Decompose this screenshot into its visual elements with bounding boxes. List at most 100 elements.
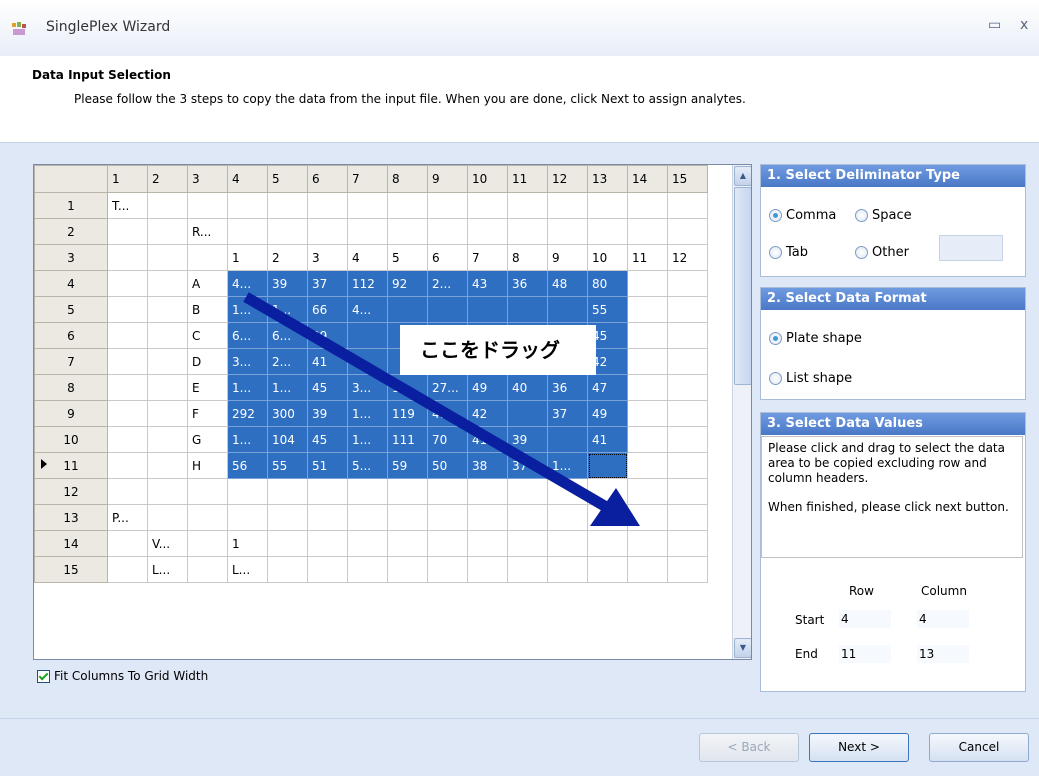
grid-cell[interactable] — [347, 556, 388, 583]
data-grid[interactable]: 1 2 3 4 5 6 7 8 9 10 11 12 13 14 15 1 T... 2 R... 3 1 2 3 4 5 6 7 8… — [33, 164, 752, 660]
grid-cell[interactable] — [147, 192, 188, 219]
grid-cell[interactable]: H — [187, 452, 228, 479]
grid-cell[interactable]: 1... — [227, 374, 268, 401]
table-row[interactable]: 4 A 4... 39 37 112 92 2... 43 36 48 80 — [34, 270, 708, 297]
grid-cell[interactable]: 2 — [267, 244, 308, 271]
grid-cell[interactable] — [507, 504, 548, 531]
grid-cell[interactable]: B — [187, 296, 228, 323]
grid-cell[interactable]: D — [187, 348, 228, 375]
grid-cell[interactable] — [427, 478, 468, 505]
back-button[interactable]: < Back — [699, 733, 799, 762]
table-row[interactable]: 7 D 3... 2... 41 5... 113 38 44 40 42 — [34, 348, 708, 375]
column-header-3[interactable]: 3 — [187, 165, 228, 193]
radio-selected-icon[interactable] — [769, 332, 782, 345]
grid-cell[interactable] — [507, 556, 548, 583]
grid-cell[interactable]: 27... — [427, 374, 468, 401]
grid-cell[interactable]: V... — [147, 530, 188, 557]
grid-corner[interactable] — [34, 165, 108, 193]
grid-cell[interactable] — [187, 478, 228, 505]
grid-cell[interactable] — [627, 556, 668, 583]
grid-cell[interactable] — [227, 192, 268, 219]
grid-cell[interactable]: 55 — [587, 296, 628, 323]
grid-cell[interactable] — [627, 400, 668, 427]
grid-cell[interactable] — [667, 478, 708, 505]
table-row[interactable]: 2 R... — [34, 218, 708, 245]
close-icon[interactable]: x — [1020, 17, 1028, 33]
grid-cell[interactable] — [147, 322, 188, 349]
grid-cell[interactable] — [667, 556, 708, 583]
radio-icon[interactable] — [855, 209, 868, 222]
table-row[interactable]: 10 G 1... 104 45 1... 111 70 41 39 41 — [34, 426, 708, 453]
grid-cell[interactable] — [587, 530, 628, 557]
grid-cell[interactable]: 4 — [347, 244, 388, 271]
grid-cell[interactable] — [627, 530, 668, 557]
grid-cell[interactable]: 3... — [227, 348, 268, 375]
grid-cell[interactable] — [347, 218, 388, 245]
grid-cell[interactable] — [267, 530, 308, 557]
grid-cell[interactable] — [347, 322, 388, 349]
grid-cell[interactable]: 37 — [507, 452, 548, 479]
grid-cell[interactable] — [347, 504, 388, 531]
column-header-7[interactable]: 7 — [347, 165, 388, 193]
grid-cell[interactable] — [307, 556, 348, 583]
grid-cell[interactable] — [267, 478, 308, 505]
grid-cell[interactable]: L... — [147, 556, 188, 583]
grid-cell[interactable] — [467, 478, 508, 505]
grid-cell[interactable] — [227, 218, 268, 245]
grid-cell[interactable] — [467, 296, 508, 323]
row-header-13[interactable]: 13 — [34, 504, 108, 531]
grid-cell[interactable]: 1... — [227, 426, 268, 453]
grid-cell[interactable] — [587, 192, 628, 219]
row-header-10[interactable]: 10 — [34, 426, 108, 453]
grid-cell[interactable]: 39 — [307, 322, 348, 349]
grid-cell[interactable] — [107, 218, 148, 245]
table-row[interactable]: 9 F 292 300 39 1... 119 41 42 37 49 — [34, 400, 708, 427]
column-header-15[interactable]: 15 — [667, 165, 708, 193]
grid-cell[interactable] — [467, 504, 508, 531]
grid-cell[interactable] — [387, 556, 428, 583]
grid-cell[interactable]: 37 — [547, 400, 588, 427]
grid-cell[interactable]: 80 — [587, 270, 628, 297]
grid-cell[interactable] — [627, 478, 668, 505]
grid-cell[interactable]: 40 — [547, 348, 588, 375]
grid-cell[interactable] — [187, 192, 228, 219]
grid-cell[interactable]: 5... — [347, 452, 388, 479]
grid-cell[interactable]: 1... — [267, 296, 308, 323]
grid-cell[interactable]: 119 — [387, 400, 428, 427]
grid-cell[interactable] — [627, 192, 668, 219]
grid-cell[interactable]: 36 — [507, 270, 548, 297]
grid-cell[interactable] — [227, 504, 268, 531]
grid-cell[interactable] — [147, 218, 188, 245]
table-row[interactable]: 5 B 1... 1... 66 4... 55 — [34, 296, 708, 323]
grid-cell[interactable] — [427, 322, 468, 349]
grid-cell[interactable] — [587, 478, 628, 505]
grid-cell[interactable]: F — [187, 400, 228, 427]
table-row[interactable]: 12 — [34, 478, 708, 505]
grid-cell[interactable]: 47 — [587, 374, 628, 401]
grid-cell[interactable] — [627, 296, 668, 323]
grid-cell[interactable] — [547, 504, 588, 531]
column-header-12[interactable]: 12 — [547, 165, 588, 193]
grid-cell[interactable]: E — [187, 374, 228, 401]
column-header-2[interactable]: 2 — [147, 165, 188, 193]
grid-cell[interactable] — [667, 348, 708, 375]
grid-cell[interactable] — [147, 504, 188, 531]
grid-cell[interactable] — [387, 348, 428, 375]
grid-cell[interactable]: L... — [227, 556, 268, 583]
grid-cell[interactable] — [667, 192, 708, 219]
grid-cell[interactable]: 1... — [547, 452, 588, 479]
grid-cell[interactable] — [307, 218, 348, 245]
column-header-5[interactable]: 5 — [267, 165, 308, 193]
grid-cell[interactable]: 8 — [507, 244, 548, 271]
grid-cell[interactable] — [547, 192, 588, 219]
grid-cell[interactable]: 41 — [427, 400, 468, 427]
grid-cell[interactable]: 45 — [307, 374, 348, 401]
grid-cell[interactable] — [587, 556, 628, 583]
row-header-3[interactable]: 3 — [34, 244, 108, 271]
grid-cell[interactable] — [667, 374, 708, 401]
grid-cell[interactable] — [187, 556, 228, 583]
radio-comma[interactable]: Comma — [769, 208, 836, 223]
grid-cell[interactable] — [507, 296, 548, 323]
grid-cell[interactable] — [627, 218, 668, 245]
grid-cell[interactable]: A — [187, 270, 228, 297]
